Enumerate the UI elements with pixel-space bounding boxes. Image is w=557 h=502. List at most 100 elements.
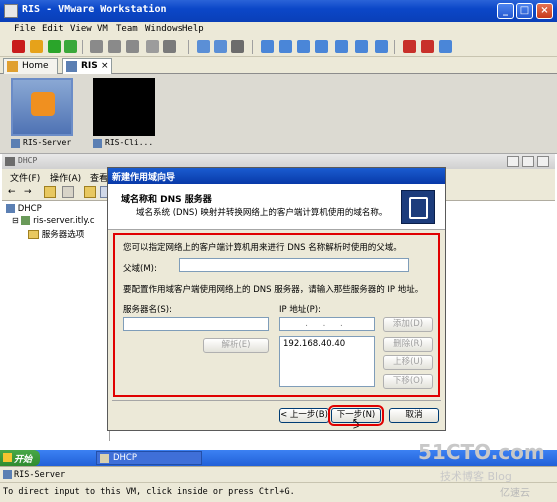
quick-switch-icon[interactable] — [279, 40, 292, 53]
parent-domain-input[interactable] — [179, 258, 409, 272]
ip-address-label: IP 地址(P): — [279, 305, 321, 315]
stretch-icon[interactable] — [375, 40, 388, 53]
power-on-icon[interactable] — [48, 40, 61, 53]
record-icon[interactable] — [403, 40, 416, 53]
preferences-icon[interactable] — [439, 40, 452, 53]
autofit-icon[interactable] — [355, 40, 368, 53]
dhcp-minimize-button[interactable] — [507, 156, 519, 167]
menu-view[interactable]: View — [70, 24, 92, 34]
remove-button[interactable]: 删除(R) — [383, 337, 433, 352]
power-off-icon[interactable] — [12, 40, 25, 53]
dhcp-taskbar-icon — [100, 454, 109, 463]
dhcp-close-button[interactable] — [537, 156, 549, 167]
folder-icon — [28, 230, 39, 239]
maximize-button[interactable]: □ — [516, 3, 533, 19]
dns-server-list[interactable]: 192.168.40.40 — [279, 336, 375, 387]
summary-icon[interactable] — [197, 40, 210, 53]
thumbnail-ris-server[interactable] — [11, 78, 73, 136]
tree-node-server[interactable]: ⊟ ris-server.itly.c — [12, 216, 95, 226]
menu-team[interactable]: Team — [116, 24, 138, 34]
vm-thumbnail-bar: RIS-Server RIS-Cli... — [0, 74, 557, 154]
suspend-icon[interactable] — [30, 40, 43, 53]
cancel-button[interactable]: 取消 — [389, 408, 439, 423]
dns-list-item[interactable]: 192.168.40.40 — [283, 339, 371, 349]
unity-icon[interactable] — [297, 40, 310, 53]
thumbnail-ris-client[interactable] — [93, 78, 155, 136]
tab-ris[interactable]: RIS × — [62, 58, 112, 74]
close-tab-icon[interactable]: × — [101, 61, 109, 71]
full-screen-icon[interactable] — [261, 40, 274, 53]
menu-help[interactable]: Help — [182, 24, 204, 34]
team-icon[interactable] — [163, 40, 176, 53]
intro-text: 您可以指定网络上的客户端计算机用来进行 DNS 名称解析时使用的父域。 — [123, 243, 402, 253]
start-button[interactable]: 开始 — [0, 450, 40, 466]
parent-domain-label: 父域(M): — [123, 264, 157, 274]
vmware-app-icon — [4, 4, 18, 18]
ip-address-input[interactable]: . . . — [279, 317, 375, 331]
expand-icon[interactable]: ⊟ — [12, 216, 19, 225]
menu-vm[interactable]: VM — [97, 24, 108, 34]
dhcp-app-icon — [5, 157, 15, 166]
dns-instructions: 要配置作用域客户端使用网络上的 DNS 服务器，请输入那些服务器的 IP 地址。 — [123, 285, 424, 295]
move-up-button[interactable]: 上移(U) — [383, 355, 433, 370]
reset-icon[interactable] — [64, 40, 77, 53]
vm-name-label: RIS-Server — [14, 470, 66, 480]
close-button[interactable]: × — [536, 3, 553, 19]
tab-home[interactable]: Home — [3, 58, 58, 74]
wizard-subheading: 域名系统 (DNS) 映射并转换网络上的客户端计算机使用的域名称。 — [136, 208, 388, 218]
console-icon[interactable] — [231, 40, 244, 53]
snapshot-icon[interactable] — [90, 40, 103, 53]
back-button[interactable]: < 上一步(B) — [279, 408, 329, 423]
minimize-button[interactable]: _ — [497, 3, 514, 19]
wizard-title: 新建作用域向导 — [112, 173, 176, 183]
menu-windows[interactable]: Windows — [145, 24, 183, 34]
resolve-button[interactable]: 解析(E) — [203, 338, 269, 353]
add-button[interactable]: 添加(D) — [383, 317, 433, 332]
vmware-window-title: RIS - VMware Workstation — [22, 4, 167, 15]
tab-home-label: Home — [22, 61, 49, 71]
dhcp-console-tree: DHCP ⊟ ris-server.itly.c 服务器选项 — [2, 201, 110, 441]
guest-taskbar: 开始 DHCP — [0, 450, 557, 466]
properties-icon[interactable] — [84, 186, 96, 198]
dhcp-node-icon — [6, 204, 15, 213]
tree-node-dhcp[interactable]: DHCP — [6, 204, 42, 214]
status-text: To direct input to this VM, click inside… — [3, 487, 295, 497]
appliance-icon[interactable] — [214, 40, 227, 53]
console-tree-icon[interactable] — [62, 186, 74, 198]
vm-icon — [66, 61, 77, 72]
wizard-header: 域名称和 DNS 服务器 域名系统 (DNS) 映射并转换网络上的客户端计算机使… — [108, 184, 445, 230]
dns-settings-panel: 您可以指定网络上的客户端计算机用来进行 DNS 名称解析时使用的父域。 父域(M… — [113, 233, 440, 397]
vmware-title-bar: RIS - VMware Workstation _ □ × — [0, 0, 557, 22]
home-icon — [7, 61, 18, 72]
wizard-book-icon — [401, 190, 435, 224]
wizard-footer-divider — [112, 400, 441, 401]
move-down-button[interactable]: 下移(O) — [383, 374, 433, 389]
dhcp-maximize-button[interactable] — [522, 156, 534, 167]
back-arrow-icon[interactable]: ← — [8, 187, 16, 197]
vm-status-icon — [3, 470, 12, 479]
tree-node-server-options[interactable]: 服务器选项 — [28, 228, 84, 240]
vmware-logo-icon — [31, 92, 55, 116]
thumbnail-label-ris-client[interactable]: RIS-Cli... — [93, 138, 153, 148]
wizard-title-bar: 新建作用域向导 — [108, 168, 445, 184]
server-name-label: 服务器名(S): — [123, 305, 172, 315]
menu-edit[interactable]: Edit — [42, 24, 64, 34]
revert-snapshot-icon[interactable] — [108, 40, 121, 53]
fit-guest-icon[interactable] — [315, 40, 328, 53]
forward-arrow-icon[interactable]: → — [24, 187, 32, 197]
vmware-menu-bar: File Edit View VM Team Windows Help — [0, 22, 557, 37]
snapshot-manager-icon[interactable] — [126, 40, 139, 53]
clone-icon[interactable] — [146, 40, 159, 53]
folder-up-icon[interactable] — [44, 186, 56, 198]
vmware-tab-bar: Home RIS × — [0, 57, 557, 74]
vm-name-bar: RIS-Server — [0, 466, 557, 482]
fit-window-icon[interactable] — [335, 40, 348, 53]
replay-icon[interactable] — [421, 40, 434, 53]
server-node-icon — [21, 216, 31, 225]
thumbnail-label-ris-server[interactable]: RIS-Server — [11, 138, 71, 148]
menu-file[interactable]: File — [14, 24, 36, 34]
taskbar-item-dhcp[interactable]: DHCP — [96, 451, 202, 465]
vmware-toolbar — [0, 37, 557, 57]
vmware-status-bar: To direct input to this VM, click inside… — [0, 482, 557, 502]
server-name-input[interactable] — [123, 317, 269, 331]
